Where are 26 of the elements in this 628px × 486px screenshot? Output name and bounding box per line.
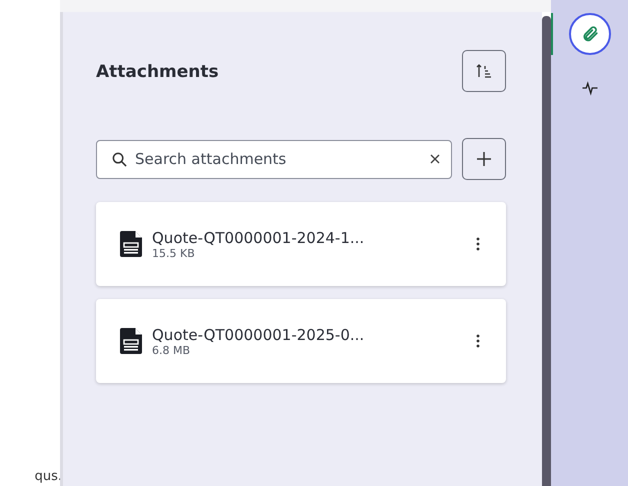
attachment-card[interactable]: Quote-QT0000001-2025-0... 6.8 MB <box>96 299 506 383</box>
file-name: Quote-QT0000001-2024-1... <box>152 228 366 246</box>
search-input[interactable]: Search attachments <box>96 140 452 178</box>
more-button[interactable] <box>474 332 482 350</box>
sort-icon <box>476 64 492 78</box>
panel-title: Attachments <box>96 62 219 82</box>
paperclip-icon <box>580 25 598 43</box>
pulse-icon <box>580 79 598 97</box>
sort-button[interactable] <box>462 50 506 92</box>
scrollbar[interactable] <box>542 16 551 486</box>
file-name: Quote-QT0000001-2025-0... <box>152 326 366 344</box>
document-icon <box>120 231 142 257</box>
kebab-icon <box>476 334 480 348</box>
partial-text: qus. <box>34 469 62 484</box>
attachment-card[interactable]: Quote-QT0000001-2024-1... 15.5 KB <box>96 202 506 286</box>
more-button[interactable] <box>474 235 482 253</box>
file-size: 15.5 KB <box>152 246 196 260</box>
document-icon <box>120 328 142 354</box>
active-indicator <box>551 13 553 55</box>
clear-icon[interactable] <box>430 154 440 164</box>
kebab-icon <box>476 237 480 251</box>
rail-tab[interactable] <box>568 13 610 55</box>
search-icon <box>112 152 127 166</box>
plus-icon <box>476 151 492 167</box>
add-button[interactable] <box>462 138 506 180</box>
file-size: 6.8 MB <box>152 344 192 356</box>
